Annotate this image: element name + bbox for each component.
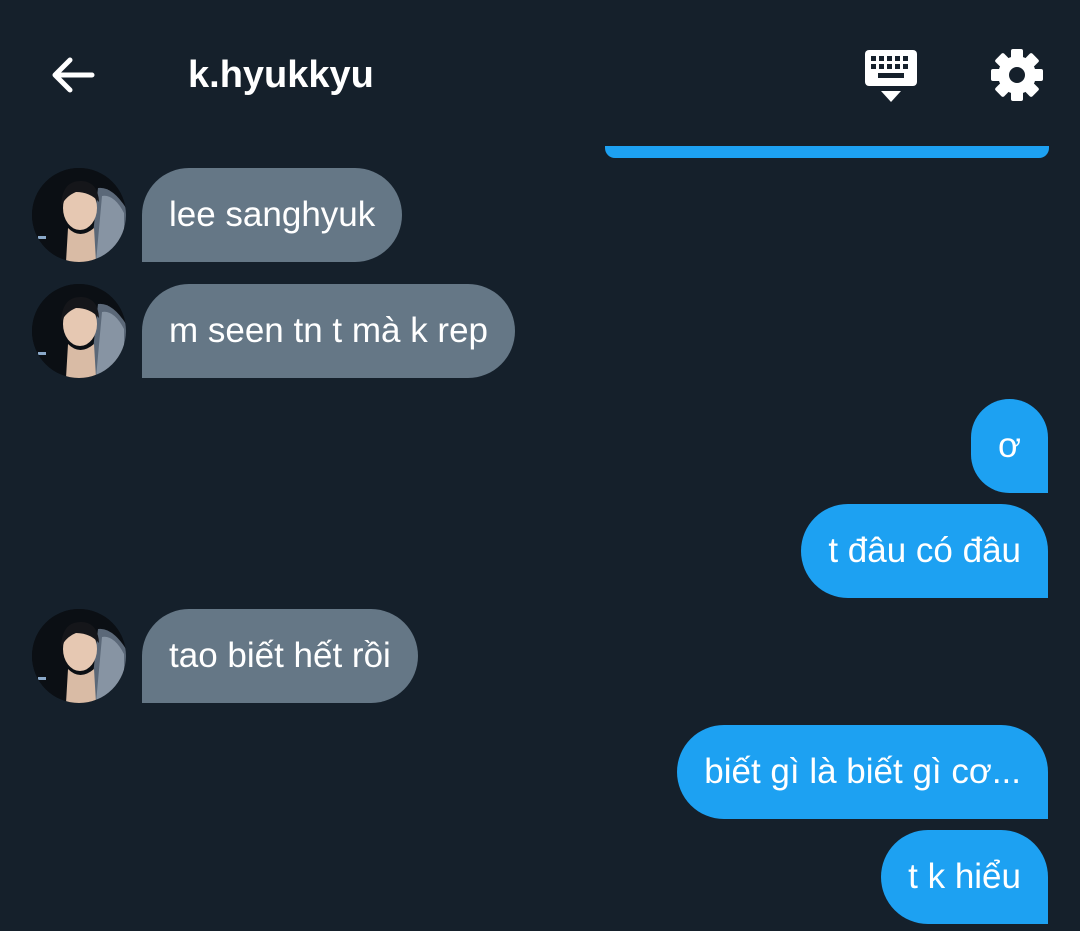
conversation-title: k.hyukkyu — [188, 54, 374, 96]
avatar[interactable] — [32, 609, 126, 703]
conversation-header: k.hyukkyu — [0, 0, 1080, 150]
gear-icon — [991, 49, 1043, 101]
outgoing-message-bubble[interactable]: ơ — [971, 399, 1048, 493]
incoming-message-bubble[interactable]: m seen tn t mà k rep — [142, 284, 516, 378]
keyboard-button[interactable] — [862, 48, 920, 106]
settings-button[interactable] — [990, 48, 1044, 102]
outgoing-message-bubble[interactable]: t đâu có đâu — [801, 504, 1048, 598]
outgoing-message-bubble[interactable]: t k hiểu — [881, 830, 1048, 924]
incoming-message-bubble[interactable]: lee sanghyuk — [142, 168, 403, 262]
previous-message-bubble-edge — [605, 146, 1049, 158]
outgoing-message-bubble[interactable]: biết gì là biết gì cơ... — [677, 725, 1048, 819]
avatar[interactable] — [32, 284, 126, 378]
arrow-left-icon — [52, 57, 95, 93]
incoming-message-bubble[interactable]: tao biết hết rồi — [142, 609, 418, 703]
back-button[interactable] — [48, 50, 98, 100]
keyboard-icon — [865, 50, 917, 102]
avatar[interactable] — [32, 168, 126, 262]
